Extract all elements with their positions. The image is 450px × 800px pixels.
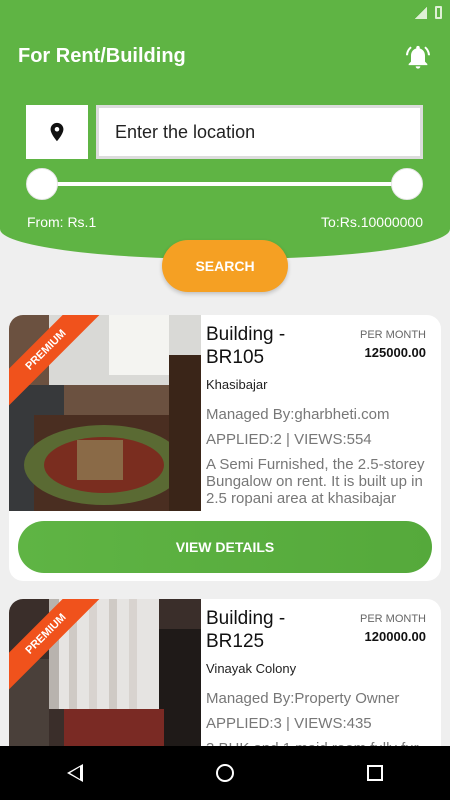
listing-stats: APPLIED:2 | VIEWS:554 (206, 431, 372, 448)
listing-price: 120000.00 (364, 629, 426, 644)
location-pin-button[interactable] (26, 105, 88, 159)
listing-locality: Khasibajar (206, 377, 268, 392)
bell-icon[interactable] (404, 43, 432, 71)
location-input[interactable]: Enter the location (96, 105, 423, 159)
listing-price: 125000.00 (364, 345, 426, 360)
listing-card[interactable]: PREMIUM Building - BR105 PER MONTH 12500… (9, 315, 441, 581)
view-details-button[interactable]: VIEW DETAILS (18, 521, 432, 573)
home-icon[interactable] (215, 764, 234, 782)
listing-stats: APPLIED:3 | VIEWS:435 (206, 715, 372, 732)
listing-photo[interactable]: PREMIUM (9, 315, 201, 511)
battery-icon (435, 6, 442, 19)
search-button[interactable]: SEARCH (162, 240, 288, 292)
listing-info: Building - BR125 PER MONTH 120000.00 Vin… (206, 607, 438, 757)
listing-manager: Managed By:Property Owner (206, 690, 400, 707)
listing-info: Building - BR105 PER MONTH 125000.00 Kha… (206, 323, 438, 507)
listing-locality: Vinayak Colony (206, 661, 297, 676)
recents-icon[interactable] (367, 765, 384, 781)
search-header: For Rent/Building Enter the location Fro… (0, 27, 450, 259)
price-max-handle[interactable] (391, 168, 423, 200)
price-from-label: From: Rs.1 (27, 214, 97, 230)
listing-description: A Semi Furnished, the 2.5-storey Bungalo… (206, 456, 425, 507)
status-bar (0, 0, 450, 27)
back-icon[interactable] (66, 764, 83, 782)
page-title: For Rent/Building (18, 45, 186, 67)
location-pin-icon (50, 122, 64, 142)
listing-title: Building - BR105 (206, 324, 286, 368)
price-range-track[interactable] (42, 182, 408, 186)
price-min-handle[interactable] (26, 168, 58, 200)
listing-photo[interactable]: PREMIUM (9, 599, 201, 759)
price-to-label: To:Rs.10000000 (321, 214, 423, 230)
price-period: PER MONTH (360, 329, 426, 341)
listing-title: Building - BR125 (206, 608, 286, 652)
price-period: PER MONTH (360, 613, 426, 625)
listing-manager: Managed By:gharbheti.com (206, 406, 390, 423)
system-nav-bar (0, 746, 450, 800)
signal-icon (415, 6, 427, 19)
status-icons (415, 6, 442, 19)
